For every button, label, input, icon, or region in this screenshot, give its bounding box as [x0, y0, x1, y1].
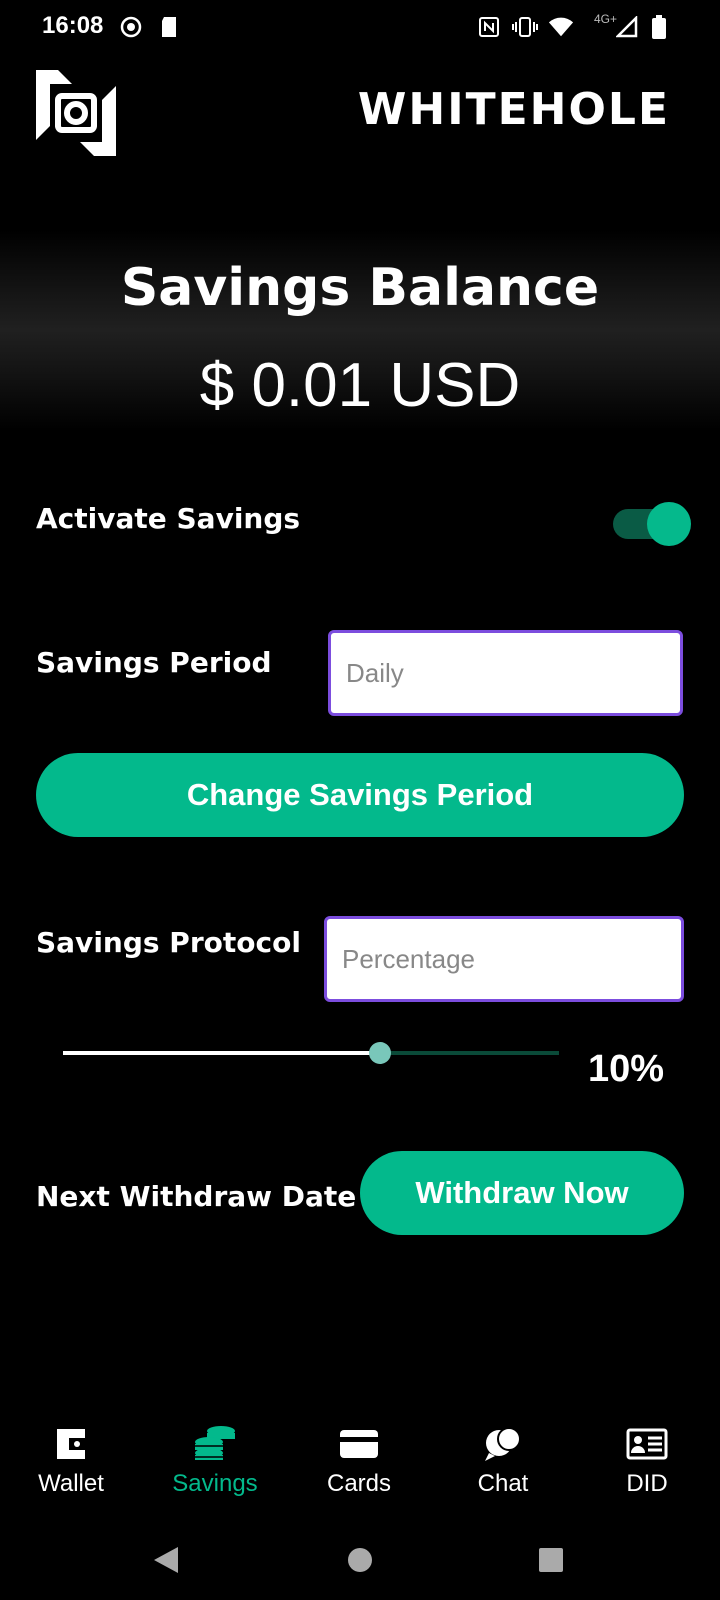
signal-icon: [614, 14, 640, 40]
nav-label: Savings: [172, 1470, 258, 1497]
toggle-thumb: [647, 502, 691, 546]
chat-icon: [483, 1424, 523, 1464]
activate-savings-toggle[interactable]: [613, 502, 691, 546]
nav-label: Chat: [477, 1470, 529, 1497]
savings-percentage-slider[interactable]: [63, 1040, 559, 1066]
savings-protocol-placeholder: Percentage: [342, 943, 475, 974]
nav-wallet[interactable]: Wallet: [11, 1424, 131, 1504]
savings-period-placeholder: Daily: [346, 657, 404, 688]
balance-amount: $ 0.01 USD: [199, 351, 521, 420]
brand-wordmark: WHITEHOLE: [357, 84, 670, 135]
savings-protocol-field[interactable]: Percentage: [324, 916, 684, 1002]
next-withdraw-date-label: Next Withdraw Date: [36, 1180, 357, 1213]
id-card-icon: [626, 1424, 668, 1464]
nav-did[interactable]: DID: [587, 1424, 707, 1504]
whitehole-logo-icon: [36, 70, 116, 156]
home-icon[interactable]: [340, 1540, 380, 1580]
coins-icon: [193, 1424, 237, 1464]
slider-inactive-track: [380, 1051, 559, 1055]
card-icon: [339, 1424, 379, 1464]
recents-icon[interactable]: [531, 1540, 571, 1580]
status-time: 16:08: [42, 12, 104, 39]
balance-title: Savings Balance: [120, 258, 600, 318]
nav-label: Cards: [326, 1470, 392, 1497]
back-icon[interactable]: [146, 1540, 186, 1580]
change-savings-period-button[interactable]: Change Savings Period: [36, 753, 684, 837]
nav-label: DID: [626, 1470, 668, 1497]
record-icon: [118, 14, 144, 40]
nav-cards[interactable]: Cards: [299, 1424, 419, 1504]
nfc-icon: [476, 14, 502, 40]
activate-savings-label: Activate Savings: [36, 502, 301, 535]
nav-label: Wallet: [38, 1470, 104, 1497]
slider-thumb[interactable]: [369, 1042, 391, 1064]
status-bar: 16:08 4G+: [0, 0, 720, 56]
slider-value: 10%: [588, 1048, 665, 1090]
nav-savings[interactable]: Savings: [155, 1424, 275, 1504]
savings-protocol-label: Savings Protocol: [36, 926, 301, 959]
wallet-icon: [53, 1424, 89, 1464]
wifi-icon: [548, 14, 574, 40]
savings-period-field[interactable]: Daily: [328, 630, 683, 716]
withdraw-now-button[interactable]: Withdraw Now: [360, 1151, 684, 1235]
slider-active-track: [63, 1051, 380, 1055]
nav-chat[interactable]: Chat: [443, 1424, 563, 1504]
savings-period-label: Savings Period: [36, 646, 272, 679]
sd-card-icon: [156, 14, 182, 40]
vibrate-icon: [512, 14, 538, 40]
battery-icon: [646, 14, 672, 40]
